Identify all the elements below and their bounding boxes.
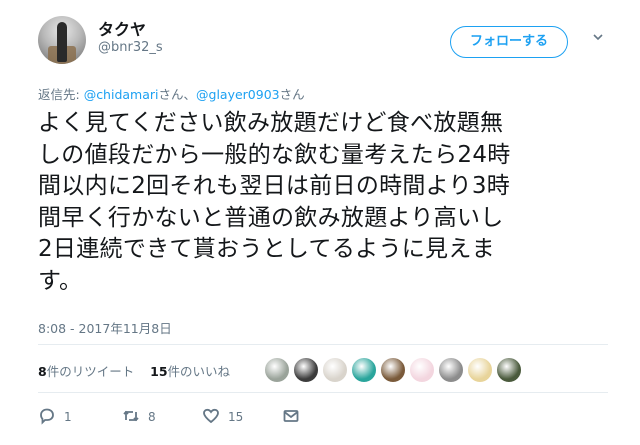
reply-count: 1 — [64, 410, 72, 424]
liker-avatar[interactable] — [438, 357, 464, 383]
tweet-line: す。 — [38, 267, 83, 294]
tweet-line: 間以内に2回それも翌日は前日の時間より3時 — [38, 173, 511, 199]
tweet-line: 2日連続できて貰おうとしてるように見えま — [38, 236, 495, 262]
mention-chidamari[interactable]: @chidamari — [84, 87, 159, 102]
tweet-line: 間早く行かないと普通の飲み放題より高いし — [38, 204, 504, 231]
retweets-label[interactable]: 件のリツイート — [47, 364, 135, 379]
avatar[interactable] — [38, 16, 86, 64]
liker-avatar[interactable] — [351, 357, 377, 383]
likes-count[interactable]: 15 — [150, 364, 167, 379]
tweet-timestamp[interactable]: 8:08 - 2017年11月8日 — [38, 318, 172, 337]
retweets-count[interactable]: 8 — [38, 364, 47, 379]
liker-avatar[interactable] — [293, 357, 319, 383]
avatar-figure — [57, 22, 67, 62]
author-name[interactable]: タクヤ — [98, 16, 146, 40]
follow-button[interactable]: フォローする — [450, 26, 568, 58]
author-handle[interactable]: @bnr32_s — [98, 40, 163, 55]
divider — [38, 392, 608, 393]
retweet-button[interactable]: 8 — [122, 405, 156, 429]
envelope-icon — [282, 407, 300, 428]
liker-avatar[interactable] — [496, 357, 522, 383]
divider — [38, 344, 608, 345]
liker-avatar[interactable] — [467, 357, 493, 383]
retweet-count: 8 — [148, 410, 156, 424]
likes-label[interactable]: 件のいいね — [168, 364, 231, 379]
retweet-icon — [122, 407, 140, 428]
mention-glayer0903[interactable]: @glayer0903 — [196, 87, 280, 102]
heart-icon — [202, 407, 220, 428]
tweet-line: しの値段だから一般的な飲む量考えたら24時 — [38, 141, 511, 168]
dm-button[interactable] — [282, 405, 300, 429]
liker-avatar[interactable] — [380, 357, 406, 383]
tweet-stats: 8件のリツイート 15件のいいね — [38, 361, 230, 380]
liker-avatar[interactable] — [409, 357, 435, 383]
like-count: 15 — [228, 410, 244, 424]
like-button[interactable]: 15 — [202, 405, 243, 429]
liker-avatar[interactable] — [264, 357, 290, 383]
reply-to-suffix-1: さん、 — [158, 87, 197, 102]
tweet-header: タクヤ @bnr32_s フォローする — [38, 14, 618, 66]
tweet-text: よく見てください飲み放題だけど食べ放題無 しの値段だから一般的な飲む量考えたら2… — [38, 108, 608, 297]
reply-icon — [38, 407, 56, 428]
reply-to-line: 返信先: @chidamariさん、@glayer0903さん — [38, 84, 305, 103]
reply-to-suffix-2: さん — [279, 87, 305, 102]
tweet-actions: 1 8 15 — [38, 405, 338, 429]
reply-button[interactable]: 1 — [38, 405, 72, 429]
reply-to-prefix: 返信先: — [38, 87, 84, 102]
chevron-down-icon[interactable] — [590, 30, 606, 46]
liker-avatar[interactable] — [322, 357, 348, 383]
tweet-line: よく見てください飲み放題だけど食べ放題無 — [38, 110, 504, 136]
